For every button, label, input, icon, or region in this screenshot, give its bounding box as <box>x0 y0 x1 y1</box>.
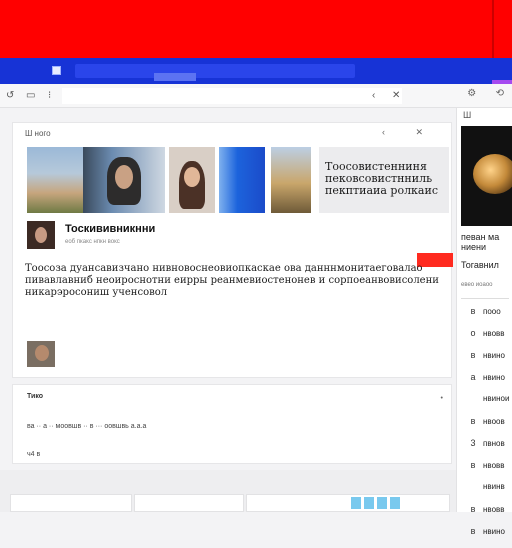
feed-card[interactable] <box>134 494 244 512</box>
bottom-feed <box>0 470 512 512</box>
sidebar-title[interactable]: певан ма ниени <box>461 232 512 252</box>
sidebar-header: Ш <box>463 110 472 120</box>
feed-card[interactable] <box>10 494 132 512</box>
address-bar[interactable] <box>75 64 355 81</box>
avatar-face <box>35 345 49 361</box>
article-card: Ш ного ‹ ✕ Тоосовистенниня пековсовистнн… <box>12 122 453 378</box>
list-item[interactable]: в нвовв <box>463 504 509 526</box>
author-avatar[interactable] <box>27 221 55 249</box>
top-banner <box>0 0 512 58</box>
sidebar: Ш певан ма ниени Тогавнил евео иоаоо в по… <box>456 108 512 536</box>
list-item[interactable]: о нвовв <box>463 328 509 350</box>
banner-divider <box>492 0 494 58</box>
list-item[interactable]: в нвино <box>463 526 509 548</box>
photo-tile-cityscape[interactable] <box>27 147 83 213</box>
search-field[interactable] <box>62 88 402 104</box>
settings-icons[interactable]: ⚙ ⟲ <box>467 88 504 99</box>
list-item[interactable]: в нвоов <box>463 416 509 438</box>
headline-text: Тоосовистенниня пековсовистнниль пекптиа… <box>325 160 438 197</box>
tabs-icon[interactable]: ▭ <box>26 90 35 101</box>
list-item[interactable]: нвинои <box>463 394 509 416</box>
list-item[interactable]: в нвино <box>463 350 509 372</box>
list-item[interactable]: 3 пвнов <box>463 438 509 460</box>
browser-toolbar: ↺ ▭ ⁝ ‹ ✕ ⚙ ⟲ <box>0 84 512 108</box>
address-text <box>154 73 196 81</box>
photo-tile-portrait[interactable] <box>83 147 165 213</box>
photo-tile-blue[interactable] <box>219 147 265 213</box>
feed-card[interactable] <box>246 494 450 512</box>
reply-row[interactable]: ч4 в <box>27 451 40 458</box>
list-item[interactable]: нвинв <box>463 482 509 504</box>
sidebar-image[interactable] <box>461 126 512 226</box>
article-body: Тоосоза дуансавизчано нивновоснеовиопкас… <box>25 263 439 298</box>
portrait-face <box>115 165 133 189</box>
author-name[interactable]: Тоскививникнни <box>65 223 155 235</box>
reaction-row[interactable]: ва ·· а ·· моовшв ·· в ··· оовшвь а.а.а <box>27 423 146 430</box>
sidebar-divider <box>461 298 509 299</box>
card-actions[interactable]: ‹ ✕ <box>382 127 437 138</box>
chevron-left-icon[interactable]: ‹ <box>372 90 375 101</box>
more-dot-icon[interactable]: • <box>441 395 443 402</box>
sidebar-subtitle: евео иоаоо <box>461 282 493 288</box>
avatar-face <box>35 227 47 243</box>
orb-graphic <box>473 154 512 194</box>
comments-title: Тико <box>27 393 43 400</box>
sidebar-title-secondary[interactable]: Тогавнил <box>461 260 499 270</box>
list-item[interactable]: в нвовв <box>463 460 509 482</box>
comment-avatar[interactable] <box>27 341 55 367</box>
list-item[interactable]: в пооо <box>463 306 509 328</box>
comments-card: Тико • ва ·· а ·· моовшв ·· в ··· оовшвь… <box>12 384 452 464</box>
author-meta: еоб пкакс нпкн вокс <box>65 239 120 245</box>
article-header-label: Ш ного <box>25 129 51 138</box>
headline-box[interactable]: Тоосовистенниня пековсовистнниль пекптиа… <box>319 147 449 213</box>
back-icon[interactable]: ↺ <box>6 90 14 101</box>
portrait-face <box>184 167 200 187</box>
browser-titlebar <box>0 58 512 84</box>
puzzle-icon[interactable]: ⁝ <box>48 90 51 101</box>
photo-tile-building[interactable] <box>271 147 311 213</box>
window-icon[interactable] <box>52 66 61 75</box>
photo-tile-woman[interactable] <box>169 147 215 213</box>
close-icon[interactable]: ✕ <box>392 90 400 101</box>
list-item[interactable]: а нвино <box>463 372 509 394</box>
feed-chips <box>351 497 403 509</box>
